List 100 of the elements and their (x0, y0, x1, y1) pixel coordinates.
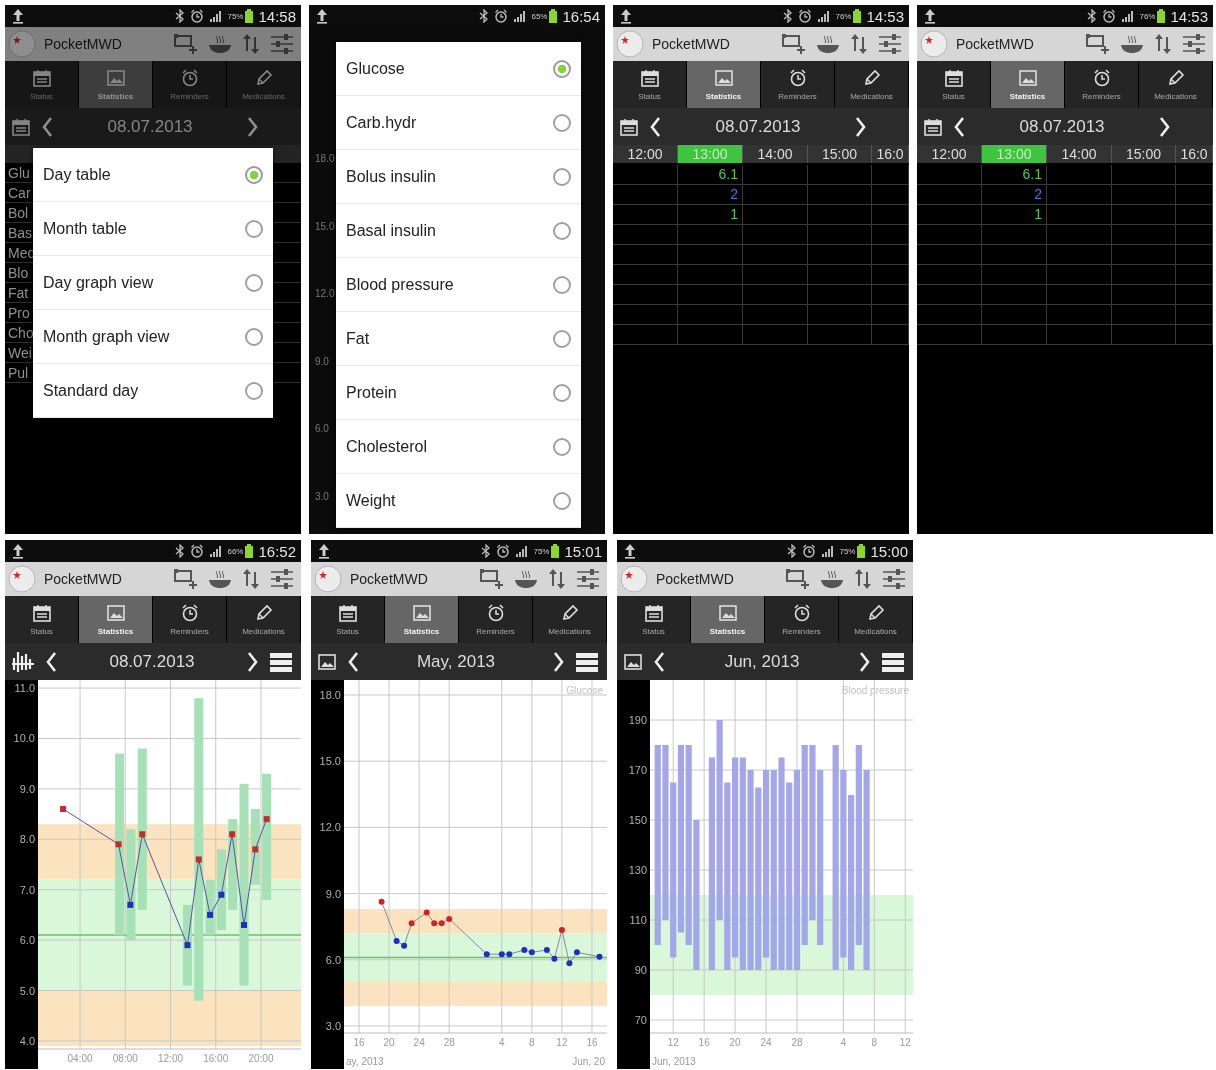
dialog-option[interactable]: Basal insulin (336, 204, 581, 258)
list-icon[interactable] (269, 650, 293, 673)
sliders-icon[interactable] (877, 32, 903, 56)
tab[interactable]: Status (5, 596, 78, 643)
bowl-icon[interactable] (207, 33, 233, 55)
tab[interactable]: Status (917, 61, 990, 108)
sliders-icon[interactable] (575, 567, 601, 591)
candlestick-icon[interactable] (11, 649, 35, 674)
add-icon[interactable] (1085, 32, 1111, 56)
add-icon[interactable] (173, 32, 199, 56)
bowl-icon[interactable] (1119, 33, 1145, 55)
chevron-left-icon[interactable] (953, 115, 965, 138)
tab[interactable]: Statistics (79, 61, 152, 108)
column-header[interactable]: 15:00 (808, 145, 872, 163)
dialog-option[interactable]: Month graph view (33, 310, 273, 364)
column-header[interactable]: 12:00 (917, 145, 982, 163)
sliders-icon[interactable] (1181, 32, 1207, 56)
chevron-left-icon[interactable] (347, 650, 359, 673)
list-icon[interactable] (575, 650, 599, 673)
dialog-option[interactable]: Day graph view (33, 256, 273, 310)
tab[interactable]: Reminders (765, 596, 838, 643)
dialog-option[interactable]: Standard day (33, 364, 273, 418)
chevron-right-icon[interactable] (859, 650, 871, 673)
tab[interactable]: Reminders (761, 61, 834, 108)
chevron-left-icon[interactable] (649, 115, 661, 138)
list-icon[interactable] (881, 650, 905, 673)
radio-button[interactable] (553, 275, 571, 294)
chevron-left-icon[interactable] (653, 650, 665, 673)
column-header[interactable]: 14:00 (743, 145, 808, 163)
up-down-arrows-icon[interactable] (849, 32, 869, 56)
radio-button[interactable] (553, 59, 571, 78)
chevron-right-icon[interactable] (247, 115, 259, 138)
radio-button[interactable] (553, 329, 571, 348)
bowl-icon[interactable] (207, 568, 233, 590)
dialog-option[interactable]: Glucose (336, 42, 581, 96)
radio-button[interactable] (553, 167, 571, 186)
radio-button[interactable] (553, 383, 571, 402)
column-header[interactable]: 14:00 (1047, 145, 1112, 163)
dialog-option[interactable]: Blood pressure (336, 258, 581, 312)
up-down-arrows-icon[interactable] (241, 32, 261, 56)
dialog-option[interactable]: Carb.hydr (336, 96, 581, 150)
radio-button[interactable] (553, 437, 571, 456)
column-header[interactable]: 16:0 (1176, 145, 1213, 163)
add-icon[interactable] (785, 567, 811, 591)
chevron-right-icon[interactable] (1159, 115, 1171, 138)
radio-button[interactable] (245, 381, 263, 400)
chevron-right-icon[interactable] (553, 650, 565, 673)
dialog-option[interactable]: Day table (33, 148, 273, 202)
tab[interactable]: Medications (227, 596, 300, 643)
tab[interactable]: Medications (533, 596, 606, 643)
chevron-left-icon[interactable] (41, 115, 53, 138)
tab[interactable]: Reminders (153, 596, 226, 643)
up-down-arrows-icon[interactable] (853, 567, 873, 591)
tab[interactable]: Reminders (1065, 61, 1138, 108)
radio-button[interactable] (245, 219, 263, 238)
up-down-arrows-icon[interactable] (547, 567, 567, 591)
radio-button[interactable] (245, 273, 263, 292)
radio-button[interactable] (553, 221, 571, 240)
picture-icon[interactable] (623, 651, 643, 672)
tab[interactable]: Reminders (459, 596, 532, 643)
bowl-icon[interactable] (513, 568, 539, 590)
sliders-icon[interactable] (881, 567, 907, 591)
up-down-arrows-icon[interactable] (1153, 32, 1173, 56)
dialog-option[interactable]: Protein (336, 366, 581, 420)
calendar-icon[interactable] (923, 116, 943, 137)
radio-button[interactable] (553, 113, 571, 132)
tab[interactable]: Medications (835, 61, 908, 108)
tab[interactable]: Statistics (687, 61, 760, 108)
radio-button[interactable] (245, 165, 263, 184)
sliders-icon[interactable] (269, 567, 295, 591)
tab[interactable]: Status (311, 596, 384, 643)
calendar-icon[interactable] (619, 116, 639, 137)
chevron-right-icon[interactable] (855, 115, 867, 138)
dialog-option[interactable]: Fat (336, 312, 581, 366)
column-header[interactable]: 15:00 (1112, 145, 1176, 163)
dialog-option[interactable]: Cholesterol (336, 420, 581, 474)
up-down-arrows-icon[interactable] (241, 567, 261, 591)
dialog-option[interactable]: Month table (33, 202, 273, 256)
column-header[interactable]: 12:00 (613, 145, 678, 163)
tab[interactable]: Statistics (79, 596, 152, 643)
column-header[interactable]: 16:0 (872, 145, 909, 163)
chevron-right-icon[interactable] (247, 650, 259, 673)
add-icon[interactable] (479, 567, 505, 591)
tab[interactable]: Status (613, 61, 686, 108)
tab[interactable]: Medications (839, 596, 912, 643)
picture-icon[interactable] (317, 651, 337, 672)
tab[interactable]: Statistics (385, 596, 458, 643)
dialog-option[interactable]: Weight (336, 474, 581, 528)
tab[interactable]: Medications (1139, 61, 1212, 108)
chevron-left-icon[interactable] (45, 650, 57, 673)
tab[interactable]: Status (617, 596, 690, 643)
tab[interactable]: Statistics (691, 596, 764, 643)
tab[interactable]: Statistics (991, 61, 1064, 108)
bowl-icon[interactable] (815, 33, 841, 55)
radio-button[interactable] (553, 491, 571, 510)
radio-button[interactable] (245, 327, 263, 346)
dialog-option[interactable]: Bolus insulin (336, 150, 581, 204)
sliders-icon[interactable] (269, 32, 295, 56)
add-icon[interactable] (781, 32, 807, 56)
calendar-icon[interactable] (11, 116, 31, 137)
